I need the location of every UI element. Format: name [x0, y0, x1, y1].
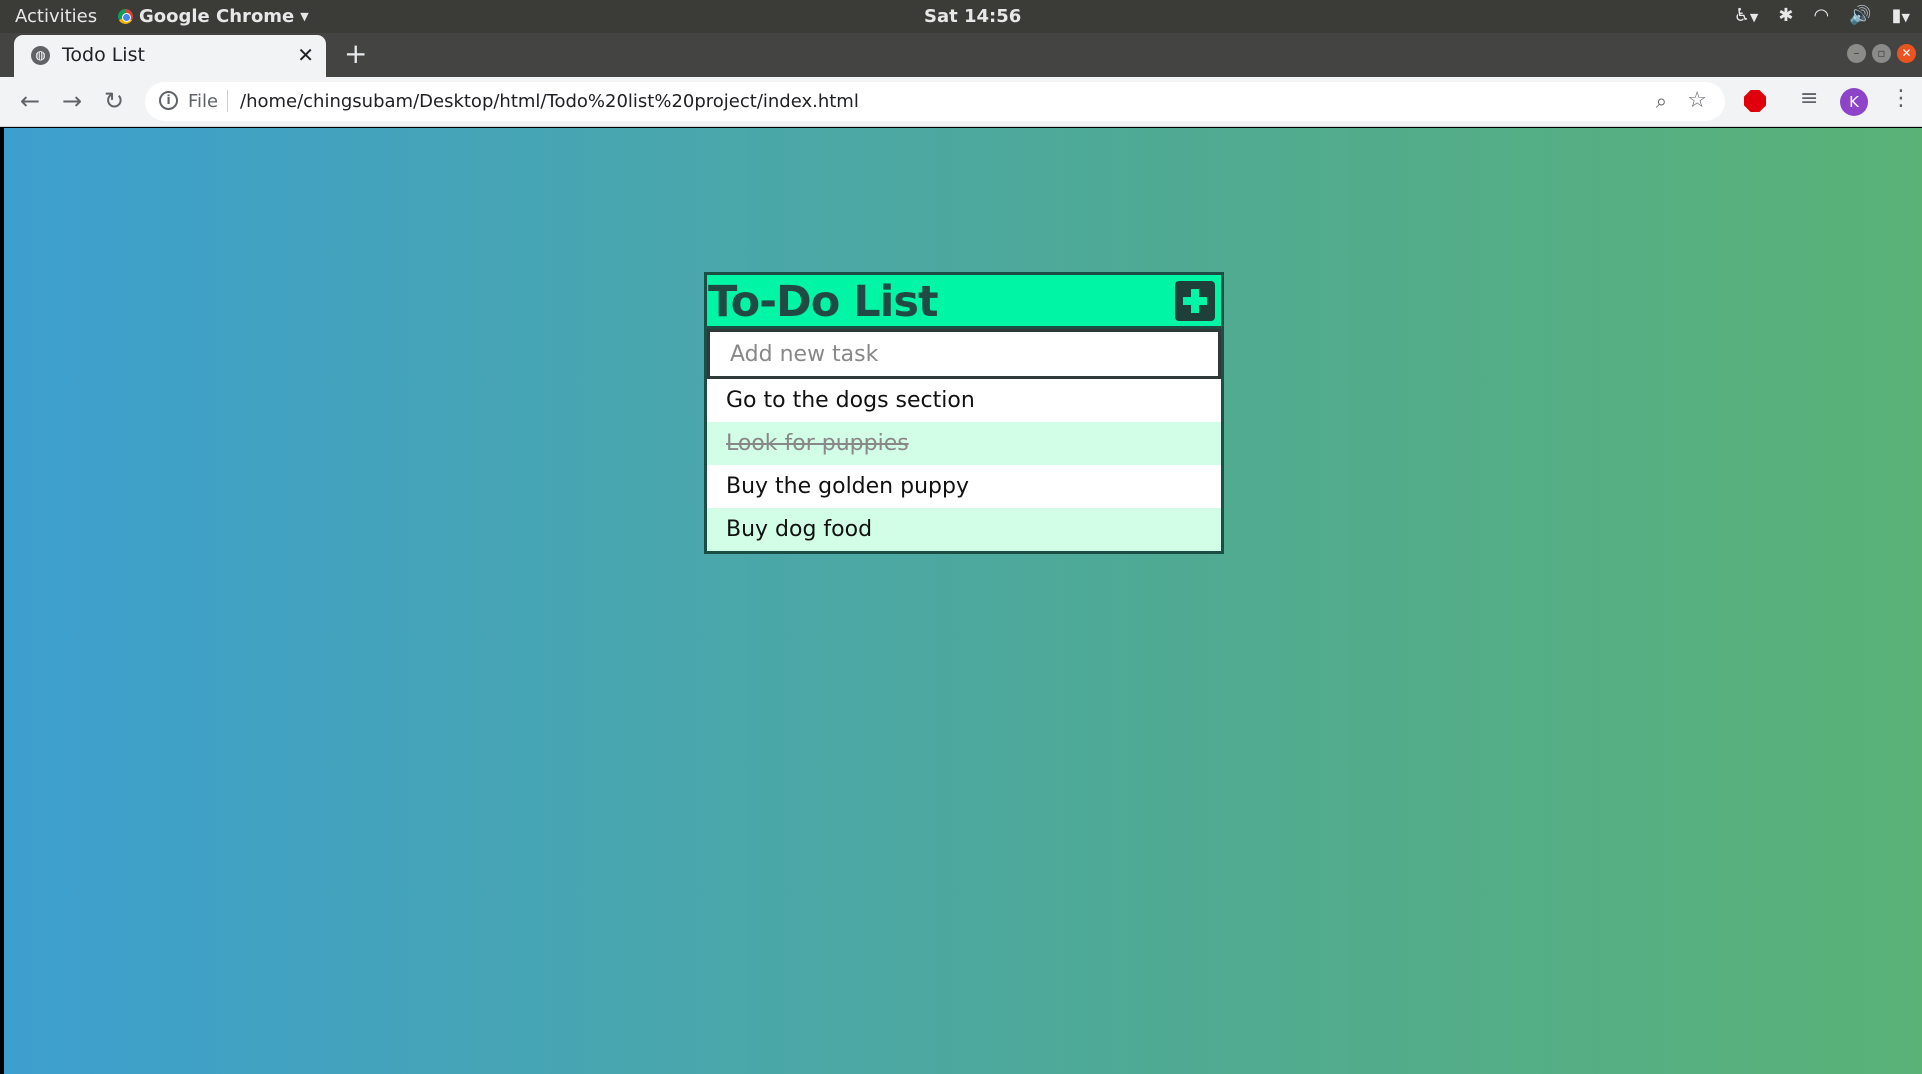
bluetooth-icon[interactable]: ✱ — [1778, 5, 1793, 26]
close-tab-icon[interactable]: ✕ — [297, 43, 314, 67]
tab-title: Todo List — [62, 44, 145, 66]
clock[interactable]: Sat 14:56 — [924, 6, 1021, 27]
battery-icon[interactable]: ▮▼ — [1892, 5, 1910, 26]
zoom-icon[interactable]: ⌕ — [1656, 89, 1667, 113]
app-menu[interactable]: Google Chrome ▼ — [118, 6, 309, 27]
task-item[interactable]: Go to the dogs section — [707, 379, 1221, 422]
reload-icon[interactable]: ↻ — [104, 87, 124, 115]
forward-icon[interactable]: → — [62, 87, 82, 115]
info-icon[interactable]: i — [159, 91, 178, 110]
todo-header: To-Do List — [707, 275, 1221, 329]
task-item-completed[interactable]: Look for puppies — [707, 422, 1221, 465]
volume-icon[interactable]: 🔊 — [1849, 5, 1871, 26]
tab-todo-list[interactable]: ◍ Todo List ✕ — [14, 35, 326, 77]
page-viewport: To-Do List Go to the dogs section Look f… — [4, 128, 1922, 1074]
minimize-icon[interactable]: – — [1847, 44, 1866, 63]
new-tab-button[interactable]: + — [344, 37, 367, 70]
add-task-button[interactable] — [1175, 281, 1215, 321]
back-icon[interactable]: ← — [20, 87, 40, 115]
caret-down-icon: ▼ — [300, 10, 309, 23]
url-scheme: File — [188, 91, 219, 112]
globe-icon: ◍ — [31, 46, 50, 65]
window-controls: – ▫ ✕ — [1847, 44, 1916, 63]
todo-title: To-Do List — [708, 277, 939, 327]
activities-button[interactable]: Activities — [15, 6, 97, 27]
address-bar[interactable]: i File /home/chingsubam/Desktop/html/Tod… — [145, 82, 1725, 121]
todo-card: To-Do List Go to the dogs section Look f… — [704, 272, 1224, 554]
task-item[interactable]: Buy dog food — [707, 508, 1221, 551]
wifi-icon[interactable]: ◠ — [1813, 5, 1829, 26]
accessibility-icon[interactable]: ♿▼ — [1734, 5, 1759, 26]
task-item[interactable]: Buy the golden puppy — [707, 465, 1221, 508]
close-window-icon[interactable]: ✕ — [1897, 44, 1916, 63]
menu-kebab-icon[interactable]: ⋮ — [1890, 86, 1912, 111]
chrome-logo-icon — [118, 9, 133, 24]
media-control-icon[interactable]: ≡ — [1800, 86, 1818, 111]
bookmark-star-icon[interactable]: ☆ — [1687, 88, 1707, 113]
profile-avatar[interactable]: K — [1840, 88, 1868, 116]
url-text[interactable]: /home/chingsubam/Desktop/html/Todo%20lis… — [240, 91, 859, 112]
system-tray[interactable]: ♿▼ ✱ ◠ 🔊 ▮▼ — [1734, 5, 1910, 26]
app-menu-label: Google Chrome — [139, 6, 295, 27]
system-top-bar: Activities Google Chrome ▼ Sat 14:56 ♿▼ … — [0, 0, 1922, 33]
new-task-input[interactable] — [707, 329, 1221, 379]
maximize-icon[interactable]: ▫ — [1872, 44, 1891, 63]
task-list: Go to the dogs section Look for puppies … — [707, 379, 1221, 551]
divider — [227, 90, 228, 112]
browser-toolbar: ← → ↻ i File /home/chingsubam/Desktop/ht… — [0, 77, 1922, 127]
tab-strip: ◍ Todo List ✕ + – ▫ ✕ — [0, 33, 1922, 77]
adblock-extension-icon[interactable] — [1744, 90, 1766, 112]
